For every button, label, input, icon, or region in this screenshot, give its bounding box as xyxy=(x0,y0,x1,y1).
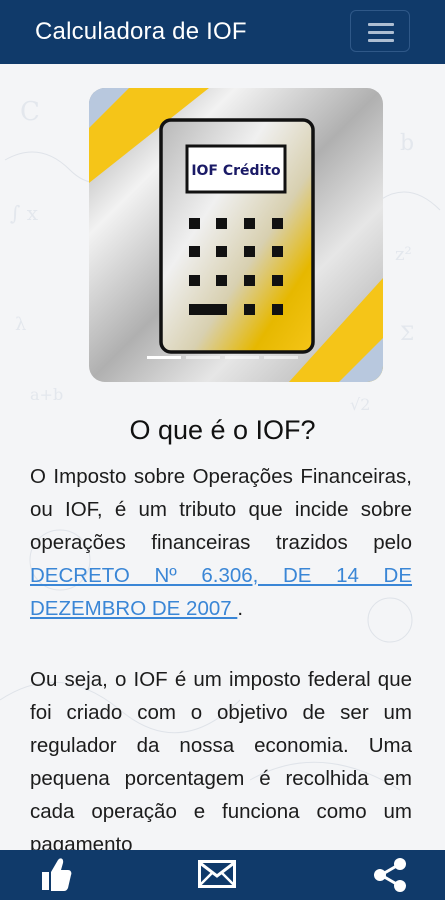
carousel-indicators xyxy=(147,356,299,360)
carousel-indicator-3[interactable] xyxy=(225,356,259,359)
carousel-indicator-2[interactable] xyxy=(186,356,220,359)
carousel-indicator-1[interactable] xyxy=(147,356,181,359)
svg-text:b: b xyxy=(400,131,414,156)
menu-icon-bar xyxy=(368,31,394,34)
svg-text:λ: λ xyxy=(15,314,26,335)
thumbs-up-icon[interactable] xyxy=(38,856,72,892)
carousel-indicator-4[interactable] xyxy=(264,356,298,359)
paragraph-intro-end: . xyxy=(237,597,244,620)
mail-icon[interactable] xyxy=(198,860,236,888)
app-title: Calculadora de IOF xyxy=(35,18,247,45)
svg-text:Σ: Σ xyxy=(400,321,414,345)
paragraph-explanation: Ou seja, o IOF é um imposto federal que … xyxy=(30,668,412,856)
paragraph-intro-text: O Imposto sobre Operações Financeiras, o… xyxy=(30,465,412,554)
slide-label: IOF Crédito xyxy=(191,163,281,179)
decree-link[interactable]: DECRETO Nº 6.306, DE 14 DE DEZEMBRO DE 2… xyxy=(30,564,412,620)
app-header: Calculadora de IOF xyxy=(0,0,445,64)
calculator-slide-image: IOF Crédito xyxy=(89,88,383,382)
svg-text:∫ x: ∫ x xyxy=(10,201,39,225)
section-heading: O que é o IOF? xyxy=(129,415,316,445)
image-carousel[interactable]: IOF Crédito xyxy=(89,88,383,382)
paragraph-intro: O Imposto sobre Operações Financeiras, o… xyxy=(30,460,412,625)
hamburger-menu-button[interactable] xyxy=(350,10,410,52)
menu-icon-bar xyxy=(368,39,394,42)
svg-text:a+b: a+b xyxy=(30,385,63,404)
bottom-action-bar xyxy=(0,850,445,900)
menu-icon xyxy=(368,23,394,26)
share-icon[interactable] xyxy=(372,857,408,893)
svg-text:z²: z² xyxy=(395,244,412,265)
svg-text:C: C xyxy=(20,97,40,127)
